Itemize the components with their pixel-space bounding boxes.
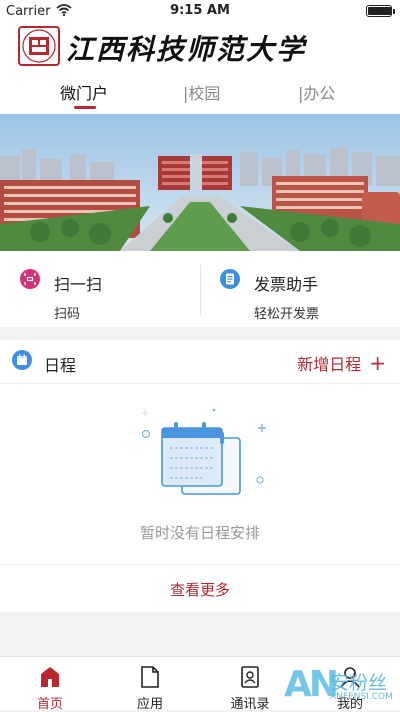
university-name: 江西科技师范大学 [66, 33, 307, 66]
brand-header: 江西科技师范大学 [0, 22, 400, 68]
battery-icon [366, 5, 395, 17]
view-more-link[interactable]: 查看更多 [0, 564, 400, 612]
tab-office[interactable]: |办公 [298, 80, 335, 104]
tab-micro-portal[interactable]: 微门户 [60, 80, 108, 104]
tab-campus[interactable]: |校园 [183, 80, 220, 104]
calendar-icon [12, 350, 32, 370]
status-bar: Carrier 9:15 AM [0, 0, 400, 22]
invoice-title: 发票助手 [254, 275, 319, 294]
watermark-name: 安粉丝 [330, 672, 388, 694]
invoice-subtitle: 轻松开发票 [254, 307, 320, 322]
add-schedule-button[interactable]: 新增日程 + [297, 351, 386, 375]
nav-apps-label: 应用 [136, 697, 163, 712]
home-icon [41, 667, 59, 687]
invoice-assistant-tool[interactable]: 发票助手 轻松开发票 [200, 251, 400, 327]
empty-schedule-illustration [141, 408, 266, 495]
invoice-icon [220, 269, 240, 289]
university-seal-logo [18, 26, 60, 66]
contacts-icon [241, 666, 259, 688]
plus-icon: + [369, 351, 386, 375]
apps-icon [141, 666, 159, 688]
scan-icon [20, 269, 40, 289]
top-tabs: 微门户 |校园 |办公 [0, 68, 400, 114]
nav-home[interactable]: 首页 [0, 657, 100, 712]
watermark-domain: ANFENSI.COM [330, 692, 393, 702]
schedule-title: 日程 [44, 356, 77, 375]
scan-title: 扫一扫 [54, 275, 103, 294]
status-time: 9:15 AM [170, 3, 230, 18]
schedule-header: 日程 新增日程 + [0, 340, 400, 384]
add-schedule-label: 新增日程 [297, 355, 362, 374]
campus-banner-image[interactable] [0, 114, 400, 251]
nav-home-label: 首页 [36, 697, 63, 712]
empty-schedule-text: 暂时没有日程安排 [139, 524, 260, 542]
schedule-card: 日程 新增日程 + 暂时没有日程安排 查看更多 [0, 340, 400, 612]
nav-apps[interactable]: 应用 [100, 657, 200, 712]
active-tab-indicator [74, 106, 96, 109]
site-watermark: AN 安粉丝 ANFENSI.COM [284, 664, 400, 710]
watermark-logo: AN [284, 664, 339, 705]
scan-tool[interactable]: 扫一扫 扫码 [0, 251, 200, 327]
quick-tools: 扫一扫 扫码 发票助手 轻松开发票 [0, 251, 400, 327]
scan-subtitle: 扫码 [54, 307, 81, 322]
